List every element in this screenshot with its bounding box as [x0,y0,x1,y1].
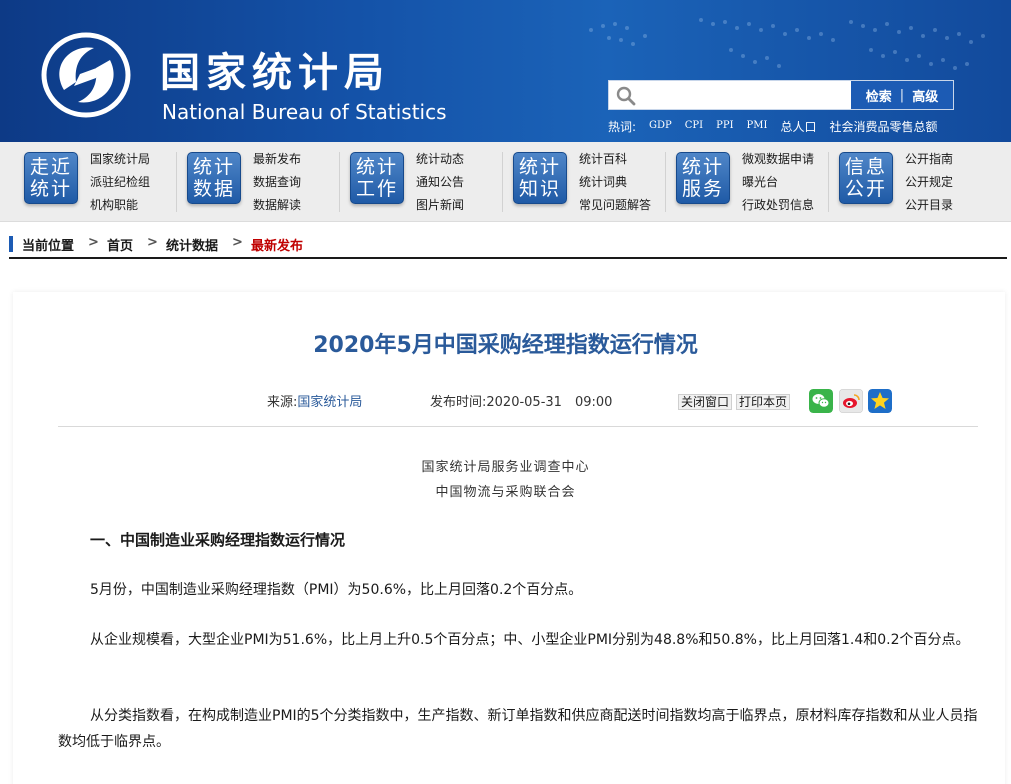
search-buttons: 检索 | 高级 [851,81,953,109]
paragraph: 从企业规模看，大型企业PMI为51.6%，比上月上升0.5个百分点；中、小型企业… [90,632,970,648]
nav-badge-disclosure[interactable]: 信息 公开 [839,152,893,204]
search-input[interactable] [639,83,849,107]
nav-link[interactable]: 通知公告 [416,171,464,194]
org-line-2: 中国物流与采购联合会 [435,485,576,500]
nav-badge-line1: 统计 [355,156,398,178]
org-line-1: 国家统计局服务业调查中心 [421,460,590,475]
main-nav: 走近 统计 国家统计局 派驻纪检组 机构职能 统计 数据 最新发布 数据查询 数… [0,142,1011,222]
nav-divider [828,152,829,212]
article-title: 2020年5月中国采购经理指数运行情况 [313,333,698,358]
nav-link[interactable]: 统计动态 [416,148,464,171]
paragraph: 5月份，中国制造业采购经理指数（PMI）为50.6%，比上月回落0.2个百分点。 [90,582,583,598]
hot-words: 热词: GDP CPI PPI PMI 总人口 社会消费品零售总额 [608,118,938,135]
source-label: 来源: [267,395,298,410]
hot-word-gdp[interactable]: GDP [649,118,672,135]
nav-badge-knowledge[interactable]: 统计 知识 [513,152,567,204]
nav-badge-line1: 信息 [844,156,887,178]
nav-link[interactable]: 微观数据申请 [742,148,814,171]
breadcrumb-home[interactable]: 首页 [107,235,133,254]
nav-divider [339,152,340,212]
nav-badge-line2: 公开 [844,178,887,200]
breadcrumb-separator: > [232,235,243,250]
nav-badge-line2: 统计 [29,178,72,200]
nav-badge-line2: 工作 [355,178,398,200]
search-button[interactable]: 检索 [866,86,892,105]
qzone-icon[interactable] [868,389,892,413]
section-heading: 一、中国制造业采购经理指数运行情况 [90,531,346,549]
breadcrumb-marker [9,236,13,252]
print-page-button[interactable]: 打印本页 [736,394,791,410]
nav-badge-line2: 知识 [518,178,561,200]
nav-badge-service[interactable]: 统计 服务 [676,152,730,204]
breadcrumb: 当前位置 > 首页 > 统计数据 > 最新发布 [9,233,1007,257]
source-link[interactable]: 国家统计局 [297,395,362,410]
nav-badge-line1: 统计 [681,156,724,178]
nav-badge-data[interactable]: 统计 数据 [187,152,241,204]
nav-link[interactable]: 图片新闻 [416,194,464,217]
nav-badge-line1: 走近 [29,156,72,178]
nav-link[interactable]: 派驻纪检组 [90,171,150,194]
nav-divider [665,152,666,212]
hot-word-population[interactable]: 总人口 [780,118,816,135]
magnifier-icon [616,86,636,106]
close-window-button[interactable]: 关闭窗口 [678,394,733,410]
nav-link[interactable]: 统计词典 [579,171,651,194]
search-box: 检索 | 高级 [608,80,954,110]
wechat-icon[interactable] [809,389,833,413]
hot-word-retail-sales[interactable]: 社会消费品零售总额 [829,118,937,135]
article-source: 来源:国家统计局 [267,391,362,410]
search-separator: | [899,87,905,103]
nav-badge-line2: 服务 [681,178,724,200]
breadcrumb-separator: > [147,235,158,250]
logo-chinese-name: 国家统计局 [160,50,390,96]
nav-links: 最新发布 数据查询 数据解读 [253,148,301,217]
advanced-search-button[interactable]: 高级 [912,86,938,105]
hot-word-cpi[interactable]: CPI [685,118,703,135]
nav-badge-line1: 统计 [192,156,235,178]
nav-link[interactable]: 公开目录 [905,194,953,217]
nbs-logo-icon [41,32,131,118]
page: 国家统计局 National Bureau of Statistics 检索 |… [0,0,1011,784]
breadcrumb-current[interactable]: 最新发布 [251,235,303,254]
nav-badge-line2: 数据 [192,178,235,200]
time-value: 2020-05-31 09:00 [486,395,613,410]
nav-link[interactable]: 公开规定 [905,171,953,194]
nav-divider [176,152,177,212]
breadcrumb-label: 当前位置 [22,239,75,254]
nav-divider [502,152,503,212]
article-header-rule [58,426,978,427]
nav-link[interactable]: 最新发布 [253,148,301,171]
nav-link[interactable]: 统计百科 [579,148,651,171]
nav-badge-line1: 统计 [518,156,561,178]
site-header: 国家统计局 National Bureau of Statistics 检索 |… [0,0,1011,142]
nav-link[interactable]: 常见问题解答 [579,194,651,217]
nav-badge-work[interactable]: 统计 工作 [350,152,404,204]
weibo-icon[interactable] [839,389,863,413]
nav-link[interactable]: 行政处罚信息 [742,194,814,217]
nav-links: 统计百科 统计词典 常见问题解答 [579,148,651,217]
nav-links: 统计动态 通知公告 图片新闻 [416,148,464,217]
breadcrumb-rule [9,257,1007,259]
nav-badge-about[interactable]: 走近 统计 [24,152,78,204]
logo-english-name: National Bureau of Statistics [162,100,447,124]
paragraph: 从分类指数看，在构成制造业PMI的5个分类指数中，生产指数、新订单指数和供应商配… [58,708,978,750]
nav-link[interactable]: 机构职能 [90,194,150,217]
nav-links: 公开指南 公开规定 公开目录 [905,148,953,217]
nav-link[interactable]: 数据解读 [253,194,301,217]
breadcrumb-separator: > [88,235,99,250]
nav-link[interactable]: 曝光台 [742,171,814,194]
article-time: 发布时间:2020-05-31 09:00 [430,391,612,410]
nav-links: 国家统计局 派驻纪检组 机构职能 [90,148,150,217]
nav-link[interactable]: 公开指南 [905,148,953,171]
nav-link[interactable]: 数据查询 [253,171,301,194]
hot-word-pmi[interactable]: PMI [747,118,768,135]
breadcrumb-stat-data[interactable]: 统计数据 [166,235,218,254]
nav-links: 微观数据申请 曝光台 行政处罚信息 [742,148,814,217]
time-label: 发布时间: [430,395,487,410]
nav-link[interactable]: 国家统计局 [90,148,150,171]
hot-words-label: 热词: [608,120,637,134]
hot-word-ppi[interactable]: PPI [716,118,733,135]
